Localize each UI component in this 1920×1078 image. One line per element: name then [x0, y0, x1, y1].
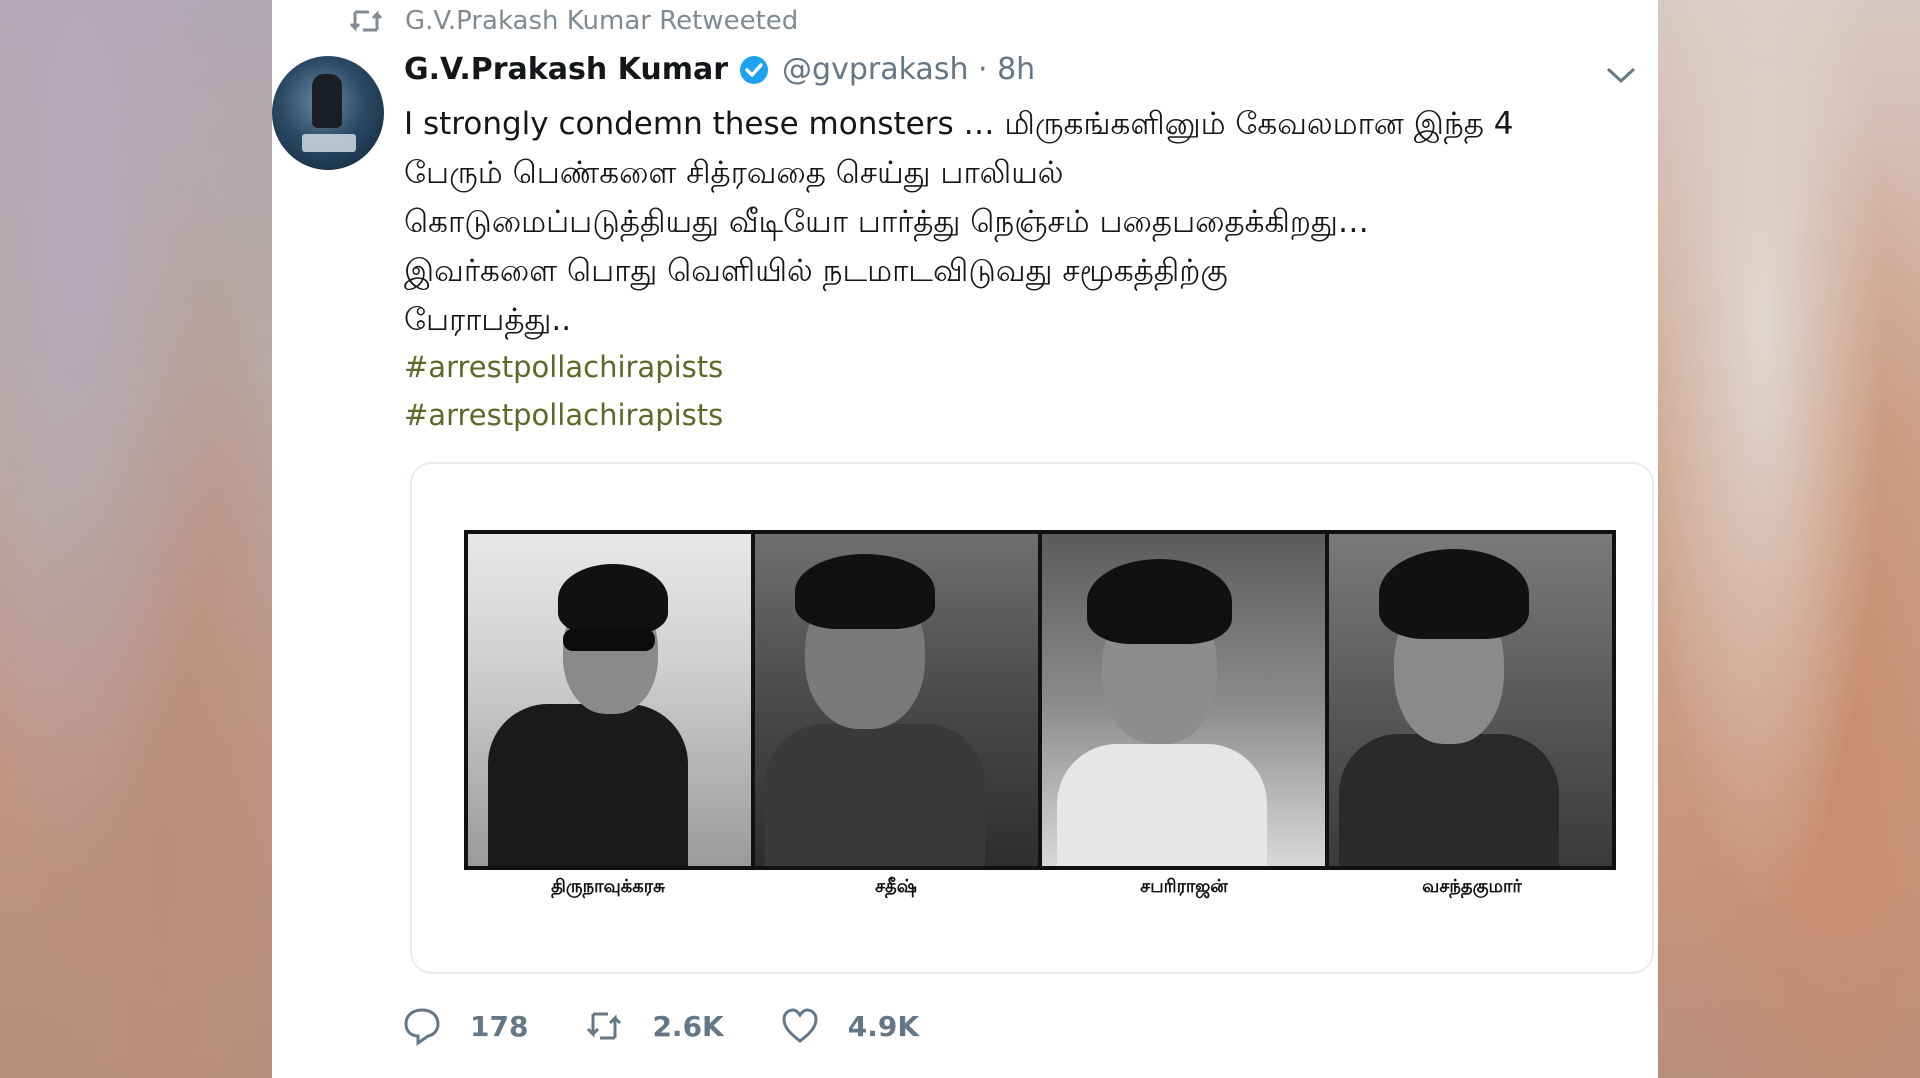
tweet-text: I strongly condemn these monsters … மிரு…: [404, 100, 1644, 345]
retweet-button[interactable]: 2.6K: [584, 1006, 724, 1046]
heart-icon: [782, 1008, 818, 1043]
tweet-actions: 178 2.6K 4.9K: [402, 1006, 975, 1046]
author-header: G.V.Prakash Kumar @gvprakash · 8h: [404, 52, 1035, 87]
retweet-count: 2.6K: [652, 1009, 724, 1043]
media-captions: திருநாவுக்கரசு சதீஷ் சபரிராஜன் வசந்தகுமா…: [464, 876, 1616, 899]
media-photo: [755, 534, 1038, 866]
retweet-banner: G.V.Prakash Kumar Retweeted: [347, 6, 798, 36]
media-card[interactable]: திருநாவுக்கரசு சதீஷ் சபரிராஜன் வசந்தகுமா…: [410, 462, 1654, 974]
author-handle[interactable]: @gvprakash · 8h: [782, 52, 1035, 87]
media-caption: வசந்தகுமார்: [1422, 876, 1522, 897]
author-name[interactable]: G.V.Prakash Kumar: [404, 52, 728, 87]
blurred-background-left: [0, 0, 272, 1078]
reply-icon: [404, 1008, 440, 1046]
retweet-icon: [587, 1012, 622, 1040]
avatar[interactable]: [272, 56, 384, 170]
media-photo: [1042, 534, 1325, 866]
verified-badge-icon: [740, 55, 769, 84]
tweet-line: பேரும் பெண்களை சித்ரவதை செய்து பாலியல்: [404, 155, 1064, 191]
tweet-line: I strongly condemn these monsters … மிரு…: [404, 106, 1514, 142]
like-count: 4.9K: [847, 1009, 920, 1043]
media-caption: சபரிராஜன்: [1140, 876, 1228, 897]
retweet-banner-text: G.V.Prakash Kumar Retweeted: [405, 6, 799, 36]
like-button[interactable]: 4.9K: [780, 1006, 919, 1046]
media-photo: [468, 534, 751, 866]
chevron-down-icon[interactable]: [1604, 64, 1638, 86]
tweet-line: கொடுமைப்படுத்தியது வீடியோ பார்த்து நெஞ்ச…: [404, 204, 1369, 240]
media-photo: [1329, 534, 1612, 866]
hashtag-link[interactable]: #arrestpollachirapists: [404, 398, 723, 432]
media-caption: சதீஷ்: [875, 876, 917, 897]
reply-count: 178: [470, 1009, 529, 1043]
tweet-line: பேராபத்து..: [404, 302, 572, 338]
reply-button[interactable]: 178: [402, 1006, 528, 1046]
media-photo-strip: [464, 530, 1616, 870]
blurred-background-right: [1658, 0, 1920, 1078]
tweet-line: இவர்களை பொது வெளியில் நடமாடவிடுவது சமூகத…: [404, 253, 1228, 289]
hashtag-link[interactable]: #arrestpollachirapists: [404, 350, 723, 384]
media-caption: திருநாவுக்கரசு: [551, 876, 665, 897]
tweet-card[interactable]: G.V.Prakash Kumar Retweeted G.V.Prakash …: [272, 0, 1658, 1078]
retweet-icon: [349, 10, 383, 32]
